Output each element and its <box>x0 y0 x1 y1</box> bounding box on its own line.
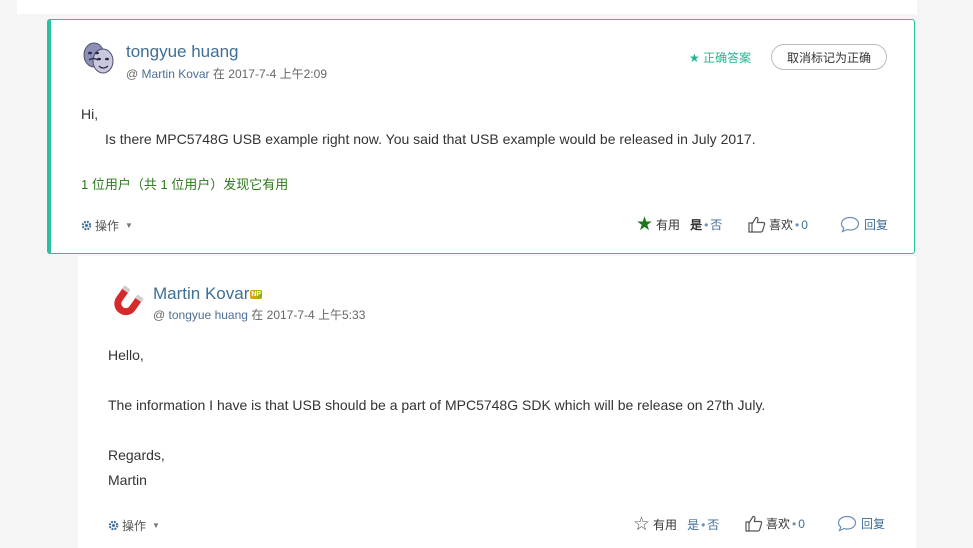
author-name[interactable]: tongyue huang <box>126 42 239 62</box>
helpful-vote: ★ 有用 是 • 否 <box>636 215 722 234</box>
separator-dot: • <box>704 217 709 232</box>
like-label: 喜欢 <box>769 218 794 232</box>
actions-label: 操作 <box>95 219 120 233</box>
author-name[interactable]: Martin Kovar NP <box>153 284 263 304</box>
reply-post: Martin Kovar NP @ tongyue huang 在 2017-7-… <box>78 256 916 548</box>
body-line: The information I have is that USB shoul… <box>108 397 766 413</box>
theater-masks-icon[interactable] <box>81 40 117 76</box>
caret-down-icon: ▼ <box>152 521 160 530</box>
author-name-text: Martin Kovar <box>153 284 250 303</box>
post-meta: @ Martin Kovar 在 2017-7-4 上午2:09 <box>126 65 327 82</box>
body-line: Martin <box>108 472 147 488</box>
like-count: 0 <box>801 217 808 232</box>
like-count: 0 <box>798 516 805 531</box>
thumbs-up-icon <box>748 216 766 233</box>
vote-no-link[interactable]: 否 <box>710 216 722 233</box>
separator-dot: • <box>792 516 797 531</box>
gear-icon <box>108 520 119 531</box>
mention-at: @ <box>153 308 166 322</box>
body-line: Hello, <box>108 347 144 363</box>
reply-label: 回复 <box>861 517 886 531</box>
actions-label: 操作 <box>122 519 147 533</box>
separator-dot: • <box>701 517 706 532</box>
body-line: Regards, <box>108 447 165 463</box>
comment-icon <box>837 515 857 532</box>
useful-label: 有用 <box>653 518 678 532</box>
vote-yes-link[interactable]: 是 <box>690 216 702 233</box>
separator-dot: • <box>795 217 800 232</box>
post-meta: @ tongyue huang 在 2017-7-4 上午5:33 <box>153 306 365 323</box>
like-control[interactable]: 喜欢 • 0 <box>745 515 805 532</box>
correct-answer-badge: ★ 正确答案 <box>689 49 751 66</box>
reply-to-user[interactable]: tongyue huang <box>169 308 248 322</box>
like-control[interactable]: 喜欢 • 0 <box>748 216 808 233</box>
helpful-vote: ☆ 有用 是 • 否 <box>633 515 719 534</box>
reply-label: 回复 <box>864 218 889 232</box>
correct-answer-post: tongyue huang @ Martin Kovar 在 2017-7-4 … <box>47 19 915 254</box>
reply-button[interactable]: 回复 <box>837 515 885 532</box>
star-filled-icon[interactable]: ★ <box>636 215 653 234</box>
unmark-correct-button[interactable]: 取消标记为正确 <box>771 44 887 70</box>
comment-icon <box>840 216 860 233</box>
like-label: 喜欢 <box>766 517 791 531</box>
star-icon: ★ <box>689 51 700 65</box>
actions-menu[interactable]: 操作 ▼ <box>108 517 160 534</box>
magnet-icon[interactable] <box>109 284 145 320</box>
reply-button[interactable]: 回复 <box>840 216 888 233</box>
vote-yes-link[interactable]: 是 <box>687 516 699 533</box>
actions-menu[interactable]: 操作 ▼ <box>81 217 133 234</box>
date-prefix: 在 <box>251 308 264 322</box>
nxp-badge-icon: NP <box>250 290 263 300</box>
reply-to-user[interactable]: Martin Kovar <box>142 67 210 81</box>
post-date: 2017-7-4 上午2:09 <box>228 67 327 81</box>
body-line: Hi, <box>81 106 99 122</box>
date-prefix: 在 <box>212 67 225 81</box>
thumbs-up-icon <box>745 515 763 532</box>
body-line: Is there MPC5748G USB example right now.… <box>105 131 756 147</box>
previous-post-edge <box>17 0 917 14</box>
caret-down-icon: ▼ <box>125 221 133 230</box>
gear-icon <box>81 220 92 231</box>
helpful-count: 1 位用户（共 1 位用户）发现它有用 <box>81 177 289 192</box>
correct-answer-label: 正确答案 <box>703 51 752 65</box>
mention-at: @ <box>126 67 139 81</box>
post-date: 2017-7-4 上午5:33 <box>266 308 366 322</box>
useful-label: 有用 <box>656 218 681 232</box>
star-outline-icon[interactable]: ☆ <box>633 515 650 534</box>
vote-no-link[interactable]: 否 <box>707 516 719 533</box>
